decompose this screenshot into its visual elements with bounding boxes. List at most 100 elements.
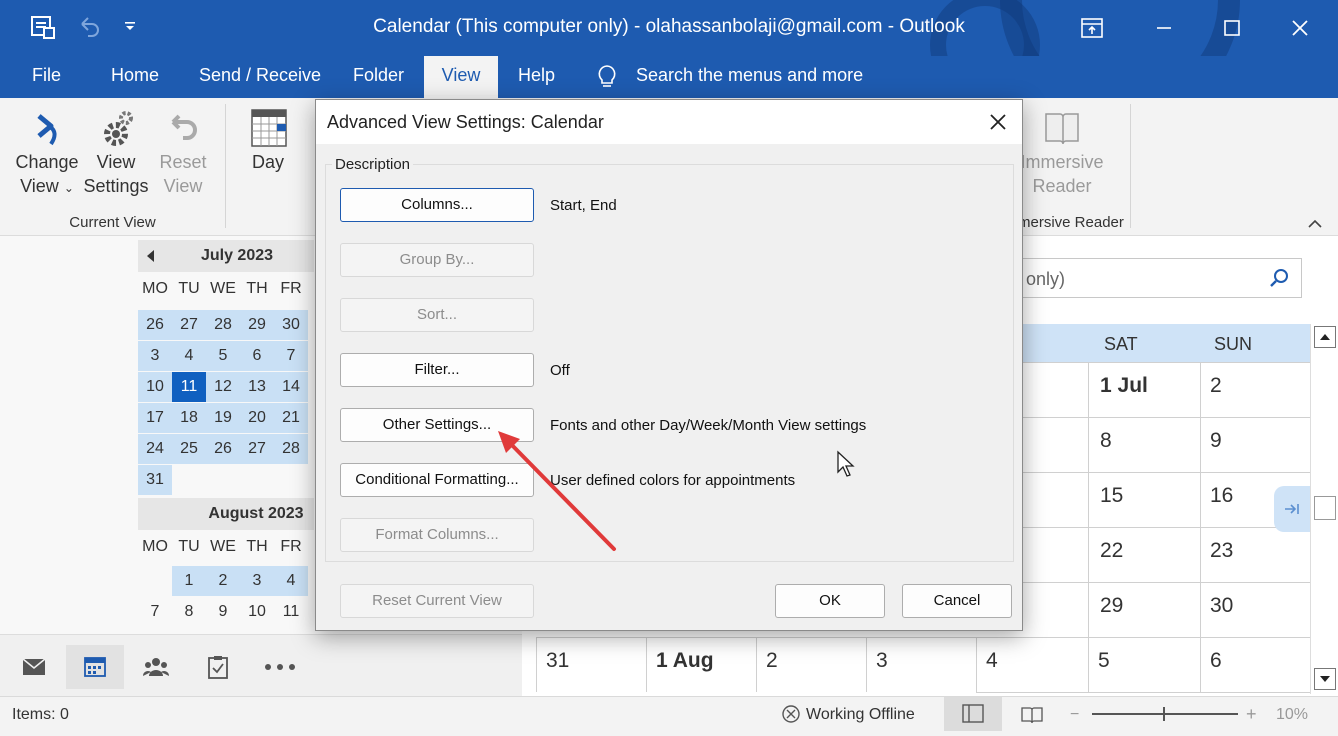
calendar-day[interactable]: 3 (138, 341, 172, 371)
search-icon[interactable] (1269, 268, 1289, 293)
calendar-day[interactable]: 13 (240, 372, 274, 402)
vertical-scrollbar[interactable] (1310, 324, 1338, 694)
filter-button[interactable]: Filter... (340, 353, 534, 387)
menu-send-receive[interactable]: Send / Receive (185, 56, 335, 98)
calendar-day[interactable]: 24 (138, 434, 172, 464)
mail-icon[interactable] (8, 645, 60, 689)
calendar-day[interactable]: 10 (138, 372, 172, 402)
calendar-day[interactable]: 11 (172, 372, 206, 402)
calendar-day[interactable]: 21 (274, 403, 308, 433)
day-cell[interactable]: 23 (1210, 539, 1233, 563)
normal-view-icon[interactable] (944, 697, 1002, 731)
calendar-day[interactable]: 2 (206, 566, 240, 596)
more-apps-icon[interactable] (254, 645, 306, 689)
calendar-day[interactable]: 27 (240, 434, 274, 464)
menu-home[interactable]: Home (97, 56, 173, 98)
zoom-slider-thumb[interactable] (1163, 707, 1165, 721)
calendar-day[interactable]: 28 (274, 434, 308, 464)
columns-button[interactable]: Columns... (340, 188, 534, 222)
day-cell[interactable]: 8 (1100, 429, 1112, 453)
calendar-day[interactable]: 30 (274, 310, 308, 340)
calendar-day[interactable]: 26 (138, 310, 172, 340)
day-cell[interactable]: 9 (1210, 429, 1222, 453)
prev-month-icon[interactable] (144, 248, 158, 264)
calendar-day[interactable]: 8 (172, 597, 206, 627)
calendar-day[interactable]: 5 (206, 341, 240, 371)
book-icon (1020, 106, 1104, 150)
change-view-button[interactable]: Change View ⌄ (10, 106, 84, 200)
group-by-button[interactable]: Group By... (340, 243, 534, 277)
day-cell[interactable]: 3 (876, 649, 888, 673)
calendar-day[interactable]: 27 (172, 310, 206, 340)
calendar-day[interactable]: 4 (172, 341, 206, 371)
day-cell[interactable]: 2 (766, 649, 778, 673)
close-window-button[interactable] (1280, 8, 1320, 48)
day-cell[interactable]: 29 (1100, 594, 1123, 618)
zoom-in-icon[interactable]: + (1246, 704, 1257, 725)
calendar-day[interactable]: 18 (172, 403, 206, 433)
day-cell[interactable]: 4 (986, 649, 998, 673)
day-cell[interactable]: 16 (1210, 484, 1233, 508)
menu-file[interactable]: File (18, 56, 75, 98)
sort-button[interactable]: Sort... (340, 298, 534, 332)
calendar-day[interactable]: 17 (138, 403, 172, 433)
calendar-nav-icon[interactable] (66, 645, 124, 689)
calendar-day[interactable]: 26 (206, 434, 240, 464)
day-cell[interactable]: 1 Aug (656, 649, 714, 673)
day-view-button[interactable]: Day (240, 106, 296, 174)
calendar-day[interactable]: 7 (274, 341, 308, 371)
ribbon-display-options-icon[interactable] (1072, 8, 1112, 48)
menu-folder[interactable]: Folder (339, 56, 418, 98)
scroll-down-icon[interactable] (1314, 668, 1336, 690)
working-offline-status[interactable]: Working Offline (806, 706, 915, 724)
calendar-day[interactable]: 9 (206, 597, 240, 627)
minimize-button[interactable] (1144, 8, 1184, 48)
reset-view-button[interactable]: Reset View (150, 106, 216, 198)
calendar-day[interactable]: 31 (138, 465, 172, 495)
day-cell[interactable]: 1 Jul (1100, 374, 1148, 398)
calendar-day[interactable]: 1 (172, 566, 206, 596)
collapse-ribbon-icon[interactable] (1306, 216, 1324, 230)
immersive-reader-button[interactable]: Immersive Reader (1020, 106, 1104, 198)
calendar-day[interactable]: 6 (240, 341, 274, 371)
people-icon[interactable] (130, 645, 182, 689)
calendar-day[interactable]: 25 (172, 434, 206, 464)
calendar-day[interactable]: 12 (206, 372, 240, 402)
calendar-day[interactable]: 20 (240, 403, 274, 433)
day-cell[interactable]: 6 (1210, 649, 1222, 673)
calendar-day[interactable]: 3 (240, 566, 274, 596)
calendar-day[interactable] (138, 566, 172, 596)
calendar-day[interactable]: 28 (206, 310, 240, 340)
day-cell[interactable]: 2 (1210, 374, 1222, 398)
tasks-icon[interactable] (192, 645, 244, 689)
calendar-day[interactable]: 29 (240, 310, 274, 340)
zoom-out-icon[interactable]: − (1070, 706, 1079, 724)
day-cell[interactable]: 15 (1100, 484, 1123, 508)
maximize-button[interactable] (1212, 8, 1252, 48)
reading-view-icon[interactable] (1020, 705, 1044, 725)
calendar-day[interactable]: 10 (240, 597, 274, 627)
day-cell[interactable]: 22 (1100, 539, 1123, 563)
calendar-day[interactable]: 7 (138, 597, 172, 627)
expand-pane-button[interactable] (1274, 486, 1310, 532)
calendar-day[interactable]: 11 (274, 597, 308, 627)
zoom-slider[interactable] (1092, 707, 1238, 721)
calendar-day[interactable]: 4 (274, 566, 308, 596)
menu-view[interactable]: View (424, 56, 498, 98)
day-cell[interactable]: 31 (546, 649, 569, 673)
search-calendar-input[interactable]: er only) (1000, 258, 1302, 298)
zoom-level[interactable]: 10% (1276, 706, 1308, 724)
calendar-day[interactable]: 14 (274, 372, 308, 402)
day-cell[interactable]: 5 (1098, 649, 1110, 673)
search-menus-box[interactable]: Search the menus and more (622, 56, 877, 98)
cancel-button[interactable]: Cancel (902, 584, 1012, 618)
view-settings-button[interactable]: View Settings (80, 106, 152, 198)
menu-help[interactable]: Help (504, 56, 569, 98)
scroll-up-icon[interactable] (1314, 326, 1336, 348)
scroll-thumb[interactable] (1314, 496, 1336, 520)
calendar-day[interactable]: 19 (206, 403, 240, 433)
ok-button[interactable]: OK (775, 584, 885, 618)
day-cell[interactable]: 30 (1210, 594, 1233, 618)
dialog-close-button[interactable] (986, 110, 1010, 134)
reset-current-view-button[interactable]: Reset Current View (340, 584, 534, 618)
